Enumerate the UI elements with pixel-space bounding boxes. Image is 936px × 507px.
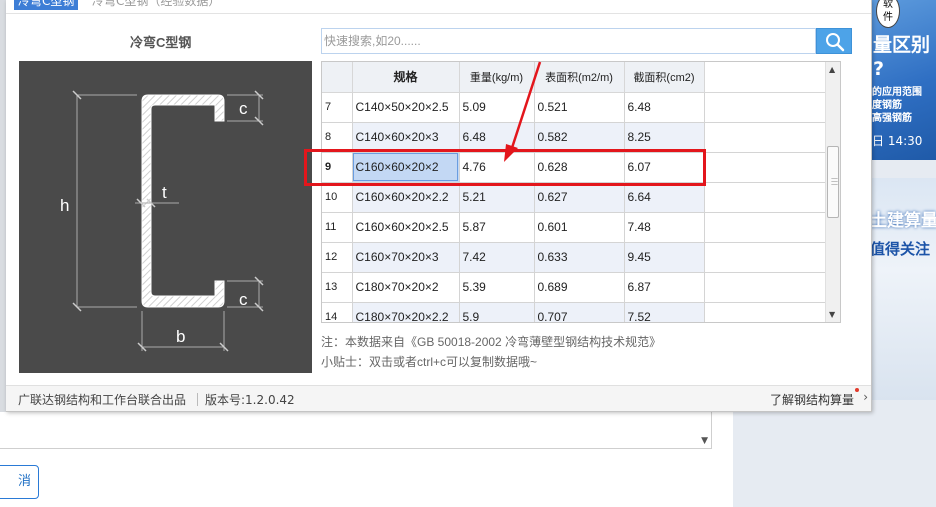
table-row[interactable]: 7 C140×50×20×2.5 5.09 0.521 6.48	[322, 92, 826, 123]
c-channel-drawing: h t c c b	[60, 90, 264, 352]
data-source-note: 注：本数据来自《GB 50018-2002 冷弯薄壁型钢结构技术规范》	[321, 335, 662, 349]
cell-surface[interactable]: 0.627	[534, 182, 625, 213]
background-cancel-button[interactable]: 消	[0, 465, 39, 499]
cell-blank	[704, 212, 826, 243]
notification-dot-icon	[855, 388, 859, 392]
dialog-footer: 广联达钢结构和工作台联合出品 版本号:1.2.0.42 了解钢结构算量 ›	[6, 385, 871, 411]
cell-surface[interactable]: 0.601	[534, 212, 625, 243]
ad-headline: 量区别	[873, 34, 931, 56]
search-input[interactable]	[322, 29, 815, 53]
learn-steel-structure-link[interactable]: 了解钢结构算量	[770, 391, 854, 408]
row-index: 8	[322, 122, 353, 153]
cell-surface[interactable]: 0.689	[534, 272, 625, 303]
cell-section[interactable]: 7.52	[624, 302, 705, 322]
cell-weight[interactable]: 5.9	[459, 302, 535, 322]
cell-spec[interactable]: C160×60×20×2.5	[352, 212, 460, 243]
header-spec[interactable]: 规格	[352, 62, 460, 93]
cell-weight[interactable]: 5.87	[459, 212, 535, 243]
cell-section[interactable]: 6.48	[624, 92, 705, 123]
chevron-right-icon[interactable]: ›	[863, 390, 868, 404]
tab-bar: 冷弯C型钢 冷弯C型钢（经验数据）	[6, 0, 871, 14]
cell-spec[interactable]: C140×50×20×2.5	[352, 92, 460, 123]
row-index: 10	[322, 182, 353, 213]
cell-blank	[704, 122, 826, 153]
ad-banner-middle[interactable]: 土建算量 值得关注	[868, 178, 936, 270]
row-index: 14	[322, 302, 353, 322]
scrollbar-thumb[interactable]: — — —	[827, 146, 839, 218]
cell-surface[interactable]: 0.707	[534, 302, 625, 322]
scrollbar-grip-icon: — — —	[831, 174, 838, 188]
cell-weight[interactable]: 5.21	[459, 182, 535, 213]
steel-table-dialog: 冷弯C型钢 冷弯C型钢（经验数据） 冷弯C型钢 h t c c b 快速搜索,如…	[6, 0, 872, 412]
header-blank	[704, 62, 826, 93]
ad-question-mark: ?	[873, 58, 885, 80]
cell-blank	[704, 152, 826, 183]
spec-table: 规格 重量(kg/m) 表面积(m2/m) 截面积(cm2) 7 C140×50…	[322, 62, 826, 322]
header-section-area[interactable]: 截面积(cm2)	[624, 62, 705, 93]
cell-section[interactable]: 6.87	[624, 272, 705, 303]
scroll-up-icon[interactable]: ▲	[829, 65, 835, 74]
cell-weight[interactable]: 7.42	[459, 242, 535, 273]
table-row[interactable]: 10 C160×60×20×2.2 5.21 0.627 6.64	[322, 182, 826, 213]
label-c-bottom: c	[239, 290, 248, 309]
cell-blank	[704, 272, 826, 303]
label-b: b	[176, 327, 185, 346]
ad-banner-top[interactable]: 软件 量区别 ? 的应用范围 度钢筋 高强钢筋 日 14:30	[868, 0, 936, 160]
cell-spec[interactable]: C160×70×20×3	[352, 242, 460, 273]
label-c-top: c	[239, 99, 248, 118]
cell-blank	[704, 92, 826, 123]
copy-tip: 小贴士：双击或者ctrl+c可以复制数据哦~	[321, 355, 538, 369]
footer-credit: 广联达钢结构和工作台联合出品	[18, 393, 187, 407]
row-index: 13	[322, 272, 353, 303]
c-channel-section	[141, 94, 225, 308]
cell-section[interactable]: 9.45	[624, 242, 705, 273]
label-h: h	[60, 196, 69, 215]
footer-divider	[197, 393, 198, 406]
cell-surface[interactable]: 0.633	[534, 242, 625, 273]
c-channel-diagram: h t c c b	[19, 61, 312, 373]
cell-blank	[704, 302, 826, 322]
ad-line: 高强钢筋	[872, 113, 912, 124]
tab-cold-formed-c-steel[interactable]: 冷弯C型钢	[14, 0, 79, 10]
scroll-down-icon[interactable]: ▼	[829, 310, 835, 319]
row-index: 11	[322, 212, 353, 243]
ad-banner-lower	[868, 270, 936, 400]
ad-time: 日 14:30	[872, 134, 923, 148]
section-title: 冷弯C型钢	[130, 35, 192, 50]
ad-mid-title: 土建算量	[870, 211, 936, 231]
label-t: t	[162, 183, 167, 202]
table-row[interactable]: 13 C180×70×20×2 5.39 0.689 6.87	[322, 272, 826, 303]
header-index	[322, 62, 353, 93]
search-box	[321, 28, 816, 54]
table-row[interactable]: 12 C160×70×20×3 7.42 0.633 9.45	[322, 242, 826, 273]
ad-mid-subtitle: 值得关注	[870, 240, 931, 258]
cell-section[interactable]: 7.48	[624, 212, 705, 243]
table-row[interactable]: 11 C160×60×20×2.5 5.87 0.601 7.48	[322, 212, 826, 243]
annotation-arrow-icon	[504, 61, 542, 162]
cell-section[interactable]: 8.25	[624, 122, 705, 153]
cell-spec[interactable]: C180×70×20×2	[352, 272, 460, 303]
cell-weight[interactable]: 5.39	[459, 272, 535, 303]
cell-blank	[704, 182, 826, 213]
search-icon	[826, 33, 845, 52]
background-textarea[interactable]: ▼	[0, 412, 712, 449]
cell-spec[interactable]: C160×60×20×2.2	[352, 182, 460, 213]
table-scrollbar[interactable]: ▲ — — — ▼	[825, 62, 840, 322]
table-row[interactable]: 8 C140×60×20×3 6.48 0.582 8.25	[322, 122, 826, 153]
row-index: 12	[322, 242, 353, 273]
textarea-scroll-down-icon[interactable]: ▼	[701, 436, 708, 446]
tab-cold-formed-c-steel-empirical[interactable]: 冷弯C型钢（经验数据）	[92, 0, 220, 10]
ad-logo-icon: 软件	[876, 0, 900, 28]
table-header-row: 规格 重量(kg/m) 表面积(m2/m) 截面积(cm2)	[322, 62, 826, 93]
table-row[interactable]: 14 C180×70×20×2.2 5.9 0.707 7.52	[322, 302, 826, 322]
search-button[interactable]	[816, 28, 852, 54]
cell-spec[interactable]: C180×70×20×2.2	[352, 302, 460, 322]
cell-spec[interactable]: C140×60×20×3	[352, 122, 460, 153]
row-index: 7	[322, 92, 353, 123]
cell-section[interactable]: 6.64	[624, 182, 705, 213]
footer-version: 版本号:1.2.0.42	[205, 393, 295, 407]
cell-blank	[704, 242, 826, 273]
spec-table-container: 规格 重量(kg/m) 表面积(m2/m) 截面积(cm2) 7 C140×50…	[321, 61, 841, 323]
